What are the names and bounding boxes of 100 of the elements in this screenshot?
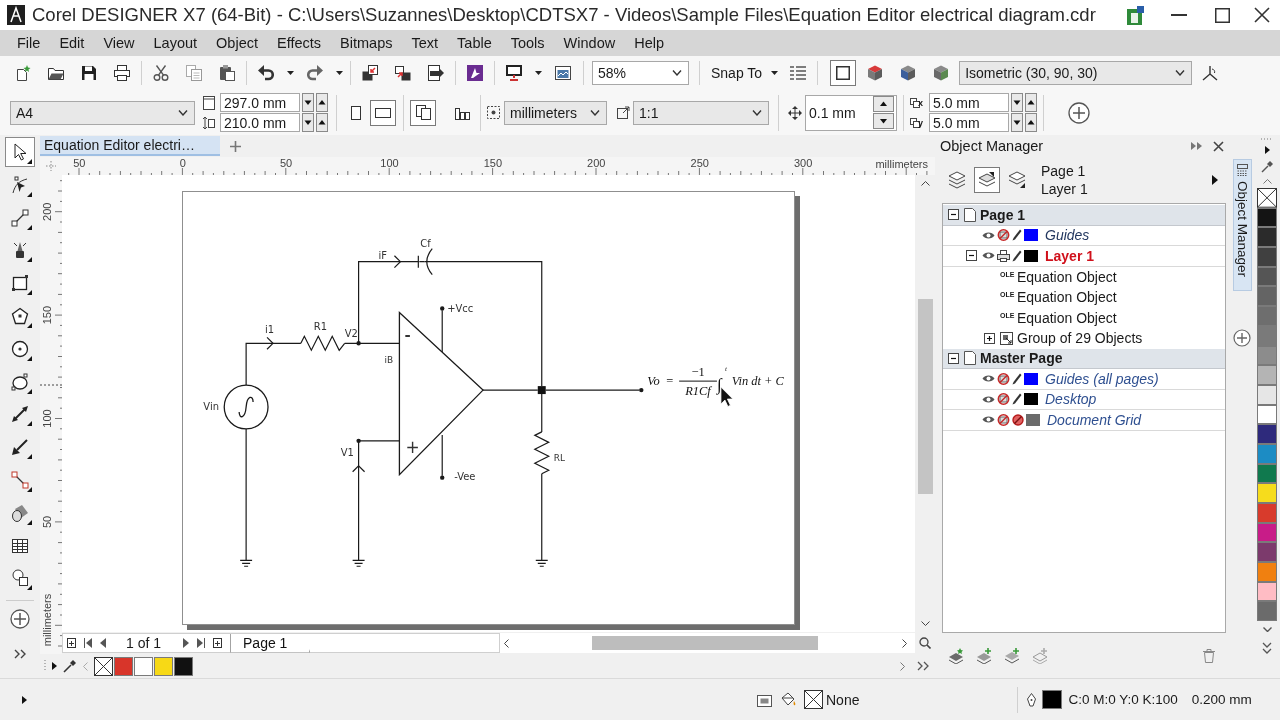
scroll-left-icon[interactable]: [504, 638, 509, 648]
color-swatch-icon[interactable]: [1257, 227, 1277, 248]
horizontal-scrollbar[interactable]: [500, 633, 915, 653]
color-swatch-icon[interactable]: [1257, 443, 1277, 464]
menu-item[interactable]: Bitmaps: [340, 35, 393, 51]
menu-item[interactable]: Help: [634, 35, 664, 51]
scroll-right-icon[interactable]: [902, 638, 907, 648]
tool-button[interactable]: [5, 137, 35, 167]
color-swatch-icon[interactable]: [1257, 325, 1277, 346]
color-swatch-icon[interactable]: [1257, 306, 1277, 326]
swatch-icon[interactable]: [1024, 372, 1038, 385]
minus-box-icon[interactable]: [966, 250, 977, 262]
page-plus-icon[interactable]: [67, 638, 76, 648]
swatch-icon[interactable]: [1026, 413, 1040, 426]
fill-settings-icon[interactable]: [757, 692, 772, 707]
color-swatch-icon[interactable]: [1257, 581, 1277, 602]
page-plus-icon[interactable]: [213, 638, 223, 648]
pencil-icon[interactable]: [1012, 372, 1022, 385]
list-settings-icon[interactable]: [790, 65, 807, 81]
spin-down-button[interactable]: [1011, 93, 1023, 112]
color-swatch-icon[interactable]: [1257, 286, 1277, 307]
caret-icon[interactable]: [771, 71, 779, 75]
add-circle-icon[interactable]: [1068, 101, 1090, 124]
color-swatch-icon[interactable]: [1257, 483, 1277, 503]
scale-dropdown[interactable]: 1:1: [633, 100, 769, 125]
scroll-up-icon[interactable]: [1262, 179, 1272, 184]
tile-icon[interactable]: [1127, 5, 1144, 25]
docker-tab[interactable]: Object Manager: [1232, 159, 1252, 291]
menu-item[interactable]: Object: [216, 35, 258, 51]
eye-icon[interactable]: [982, 415, 995, 425]
double-chevron-icon[interactable]: [14, 649, 26, 660]
previous-page-icon[interactable]: [100, 638, 106, 648]
color-swatch-icon[interactable]: [1257, 266, 1277, 287]
plane-button[interactable]: [830, 60, 857, 86]
spin-up-button[interactable]: [873, 96, 894, 112]
minus-box-icon[interactable]: [948, 209, 959, 221]
pencil-icon[interactable]: [1012, 229, 1022, 242]
paint-bucket-icon[interactable]: [780, 692, 796, 707]
swatch-icon[interactable]: [1042, 690, 1063, 709]
image-window-icon[interactable]: [554, 65, 571, 81]
eyedropper-icon[interactable]: [63, 659, 77, 673]
color-swatch-icon[interactable]: [1257, 345, 1277, 366]
color-swatch-icon[interactable]: [1257, 404, 1277, 425]
monitor-icon[interactable]: [505, 65, 522, 81]
color-swatch-icon[interactable]: [134, 656, 153, 676]
undo-icon[interactable]: [257, 65, 274, 81]
orientation-button[interactable]: [370, 99, 396, 126]
layer-name[interactable]: Guides: [1045, 227, 1090, 244]
clipboard-icon[interactable]: [218, 65, 235, 81]
menu-item[interactable]: Table: [457, 35, 492, 51]
trash-icon[interactable]: [1203, 648, 1215, 663]
scroll-down-icon[interactable]: [1262, 627, 1272, 633]
add-circle-icon[interactable]: [10, 609, 30, 630]
close-icon[interactable]: [1213, 140, 1224, 152]
double-chevron-icon[interactable]: [917, 661, 929, 671]
caret-icon[interactable]: [534, 71, 542, 75]
color-swatch-icon[interactable]: [154, 656, 173, 676]
color-swatch-icon[interactable]: [1257, 562, 1277, 582]
color-swatch-icon[interactable]: [1257, 247, 1277, 267]
first-page-icon[interactable]: [84, 638, 92, 648]
color-swatch-icon[interactable]: [1257, 542, 1277, 563]
eye-icon[interactable]: [982, 251, 995, 261]
object-name[interactable]: Equation Object: [1017, 268, 1117, 285]
spin-down-button[interactable]: [1011, 113, 1023, 132]
object-name[interactable]: Group of 29 Objects: [1017, 330, 1143, 347]
units-dropdown[interactable]: millimeters: [504, 100, 607, 125]
play-triangle-icon[interactable]: [1212, 175, 1218, 185]
page-layout-button[interactable]: [410, 99, 436, 126]
color-swatch-icon[interactable]: [1257, 365, 1277, 385]
plus-box-icon[interactable]: [984, 332, 995, 344]
magnifier-icon[interactable]: [919, 637, 931, 649]
view-toggle-button[interactable]: [974, 167, 1000, 193]
layer-name[interactable]: Document Grid: [1047, 411, 1142, 428]
page-width-field[interactable]: 297.0 mm: [220, 93, 300, 112]
scrollbar-thumb[interactable]: [917, 298, 933, 494]
minus-box-icon[interactable]: [948, 352, 959, 364]
document-tab[interactable]: Equation Editor electri…: [40, 136, 220, 156]
zoom-dropdown[interactable]: 58%: [592, 61, 689, 85]
page-header-row[interactable]: Page 1: [943, 205, 1225, 226]
import-icon[interactable]: [361, 65, 378, 81]
no-color-swatch-icon[interactable]: [804, 690, 823, 709]
nudge-field[interactable]: 0.1 mm: [805, 94, 897, 131]
page-header-row[interactable]: Master Page: [943, 348, 1225, 369]
page-tab[interactable]: Page 1: [230, 633, 311, 653]
color-swatch-icon[interactable]: [1257, 601, 1277, 622]
next-page-icon[interactable]: [183, 638, 190, 648]
caret-icon[interactable]: [286, 71, 294, 75]
object-name[interactable]: Equation Object: [1017, 289, 1117, 306]
play-triangle-icon[interactable]: [22, 695, 27, 704]
color-swatch-icon[interactable]: [1257, 384, 1277, 405]
color-swatch-icon[interactable]: [1257, 463, 1277, 484]
color-swatch-icon[interactable]: [114, 656, 133, 676]
spin-up-button[interactable]: [1025, 93, 1037, 112]
color-swatch-icon[interactable]: [1257, 522, 1277, 543]
printer-icon[interactable]: [113, 65, 130, 81]
duplicate-distance-field[interactable]: 5.0 mm: [929, 93, 1009, 112]
swatch-icon[interactable]: [1024, 393, 1038, 406]
spin-up-button[interactable]: [316, 113, 328, 132]
menu-item[interactable]: File: [17, 35, 41, 51]
object-name[interactable]: Equation Object: [1017, 309, 1117, 326]
